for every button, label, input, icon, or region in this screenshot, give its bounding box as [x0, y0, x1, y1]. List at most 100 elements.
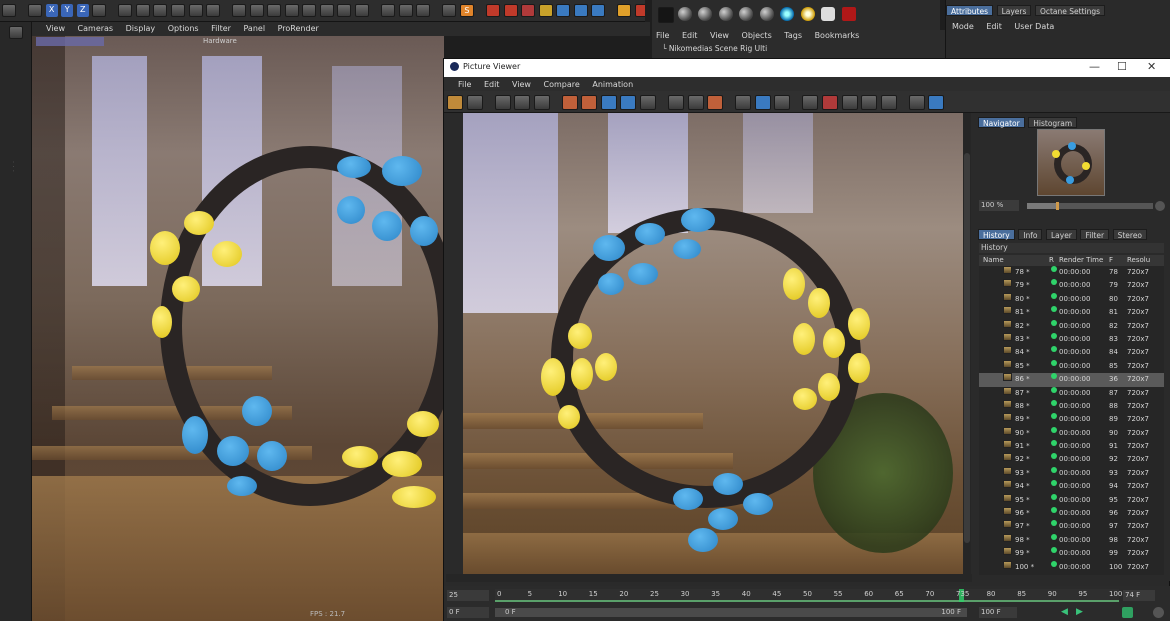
pv-menu-compare[interactable]: Compare [544, 80, 580, 89]
emission-icon[interactable] [780, 7, 795, 21]
render-view-icon[interactable] [118, 4, 133, 17]
timeline-ruler[interactable]: 0 5 10 15 20 25 30 35 40 45 50 55 60 65 70 735 80 85 90 95 1… [495, 589, 1122, 602]
axis-x-toggle[interactable]: X [45, 4, 58, 17]
zoom-slider[interactable] [1027, 202, 1153, 210]
col-name[interactable]: Name [983, 255, 1004, 266]
objects-menu-bookmarks[interactable]: Bookmarks [815, 31, 860, 40]
history-row[interactable]: 87 * 00:00:00 87 720x7 [979, 386, 1164, 400]
stop-render-icon[interactable] [581, 95, 598, 110]
end-frame-field[interactable]: 100 F [979, 607, 1017, 618]
area-light-icon[interactable] [821, 7, 836, 21]
film-icon[interactable] [206, 4, 221, 17]
history-row[interactable]: 93 * 00:00:00 93 720x7 [979, 466, 1164, 480]
axis-y-toggle[interactable]: Y [61, 4, 74, 17]
swap-icon[interactable] [707, 95, 724, 110]
history-row[interactable]: 97 * 00:00:00 97 720x7 [979, 520, 1164, 533]
subdivision-icon[interactable] [267, 4, 282, 17]
objects-menu-objects[interactable]: Objects [742, 31, 772, 40]
ab-icon[interactable] [735, 95, 752, 110]
octane-live-icon[interactable] [442, 4, 457, 17]
region-icon[interactable] [600, 95, 617, 110]
open-folder-icon[interactable] [447, 95, 463, 110]
fit-icon[interactable] [494, 95, 511, 110]
image-horizontal-scrollbar[interactable] [446, 574, 972, 582]
history-row[interactable]: 79 * 00:00:00 79 720x7 [979, 279, 1164, 292]
glossy-material-icon[interactable] [698, 7, 713, 21]
node-editor-icon[interactable] [591, 4, 606, 17]
current-frame-field[interactable]: 74 F [1123, 590, 1155, 601]
tab-navigator[interactable]: Navigator [978, 117, 1025, 128]
viewport-menu-panel[interactable]: Panel [243, 24, 265, 33]
snap-icon[interactable] [381, 4, 396, 17]
viewport-menu-cameras[interactable]: Cameras [78, 24, 114, 33]
maximize-button[interactable]: ☐ [1117, 60, 1127, 73]
navigator-thumbnail[interactable] [1037, 129, 1105, 196]
history-row[interactable]: 100 * 00:00:00 100 720x7 [979, 560, 1164, 574]
col-resolution[interactable]: Resolu [1127, 255, 1150, 266]
pv-menu-edit[interactable]: Edit [484, 80, 500, 89]
octane-render-icon[interactable] [841, 7, 856, 21]
frame-rate-field[interactable]: 25 [447, 590, 489, 601]
split-view-icon[interactable] [754, 95, 771, 110]
loop-toggle-icon[interactable] [1122, 607, 1133, 618]
zoom-menu-icon[interactable] [1155, 201, 1165, 211]
minimize-button[interactable]: — [1089, 60, 1100, 73]
viewport-menu-filter[interactable]: Filter [211, 24, 231, 33]
tab-layers[interactable]: Layers [996, 5, 1032, 16]
scene-object-item[interactable]: └ Nikomedias Scene Rig Ulti [662, 44, 767, 53]
daylight-icon[interactable] [800, 7, 815, 21]
history-row[interactable]: 95 * 00:00:00 95 720x7 [979, 493, 1164, 507]
start-frame-field[interactable]: 0 F [447, 607, 489, 618]
keyframe-icon[interactable] [521, 4, 536, 17]
render-region-icon[interactable] [171, 4, 186, 17]
zoom-slider-handle[interactable] [1056, 202, 1060, 210]
frame-b-icon[interactable] [861, 95, 878, 110]
zoom-icon[interactable] [514, 95, 531, 110]
attr-menu-user-data[interactable]: User Data [1014, 22, 1054, 31]
zoom-value[interactable]: 100 % [979, 200, 1019, 211]
palette-arrow-icon[interactable] [9, 26, 23, 39]
scrollbar-thumb[interactable] [964, 153, 970, 543]
motion-icon[interactable] [538, 4, 553, 17]
objects-menu-tags[interactable]: Tags [784, 31, 802, 40]
grid-view-icon[interactable] [658, 7, 674, 23]
interactive-region-icon[interactable] [620, 95, 637, 110]
tab-octane-settings[interactable]: Octane Settings [1034, 5, 1106, 16]
frame-a-icon[interactable] [841, 95, 858, 110]
alpha-checker-icon[interactable] [908, 95, 925, 110]
timeline-menu-icon[interactable] [1153, 607, 1164, 618]
objects-menu-edit[interactable]: Edit [682, 31, 698, 40]
tab-history[interactable]: History [978, 229, 1015, 240]
sphere-material-icon[interactable] [677, 7, 692, 21]
col-r[interactable]: R [1049, 255, 1054, 266]
ab-compare-b-icon[interactable] [687, 95, 704, 110]
history-row[interactable]: 94 * 00:00:00 94 720x7 [979, 480, 1164, 493]
pv-menu-file[interactable]: File [458, 80, 471, 89]
environment-icon[interactable] [319, 4, 334, 17]
col-render-time[interactable]: Render Time [1059, 255, 1103, 266]
history-row[interactable]: 86 * 00:00:00 36 720x7 [979, 373, 1164, 387]
axis-z-toggle[interactable]: Z [76, 4, 89, 17]
render-icon[interactable] [561, 95, 578, 110]
deformer-icon[interactable] [302, 4, 317, 17]
settings-icon[interactable] [928, 95, 945, 110]
spline-pen-icon[interactable] [249, 4, 264, 17]
diffuse-material-icon[interactable] [739, 7, 754, 21]
rendered-image[interactable] [463, 113, 963, 574]
cube-primitive-icon[interactable] [232, 4, 247, 17]
play-forward-button[interactable]: ▶ [1074, 607, 1085, 618]
render-picture-viewer-icon[interactable] [135, 4, 150, 17]
set-a-icon[interactable] [802, 95, 819, 110]
frame-range-bar[interactable]: 0 F 100 F [495, 608, 967, 617]
attr-menu-mode[interactable]: Mode [952, 22, 974, 31]
history-row[interactable]: 85 * 00:00:00 85 720x7 [979, 359, 1164, 373]
history-row[interactable]: 96 * 00:00:00 96 720x7 [979, 507, 1164, 520]
record-icon[interactable] [503, 4, 518, 17]
tab-attributes[interactable]: Attributes [946, 5, 994, 16]
texture-icon[interactable] [573, 4, 588, 17]
history-row[interactable]: 80 * 00:00:00 80 720x7 [979, 292, 1164, 306]
specular-material-icon[interactable] [718, 7, 733, 21]
play-backward-button[interactable]: ◀ [1059, 607, 1070, 618]
picture-viewer-titlebar[interactable]: Picture Viewer — ☐ ✕ [444, 59, 1170, 77]
tab-histogram[interactable]: Histogram [1028, 117, 1078, 128]
